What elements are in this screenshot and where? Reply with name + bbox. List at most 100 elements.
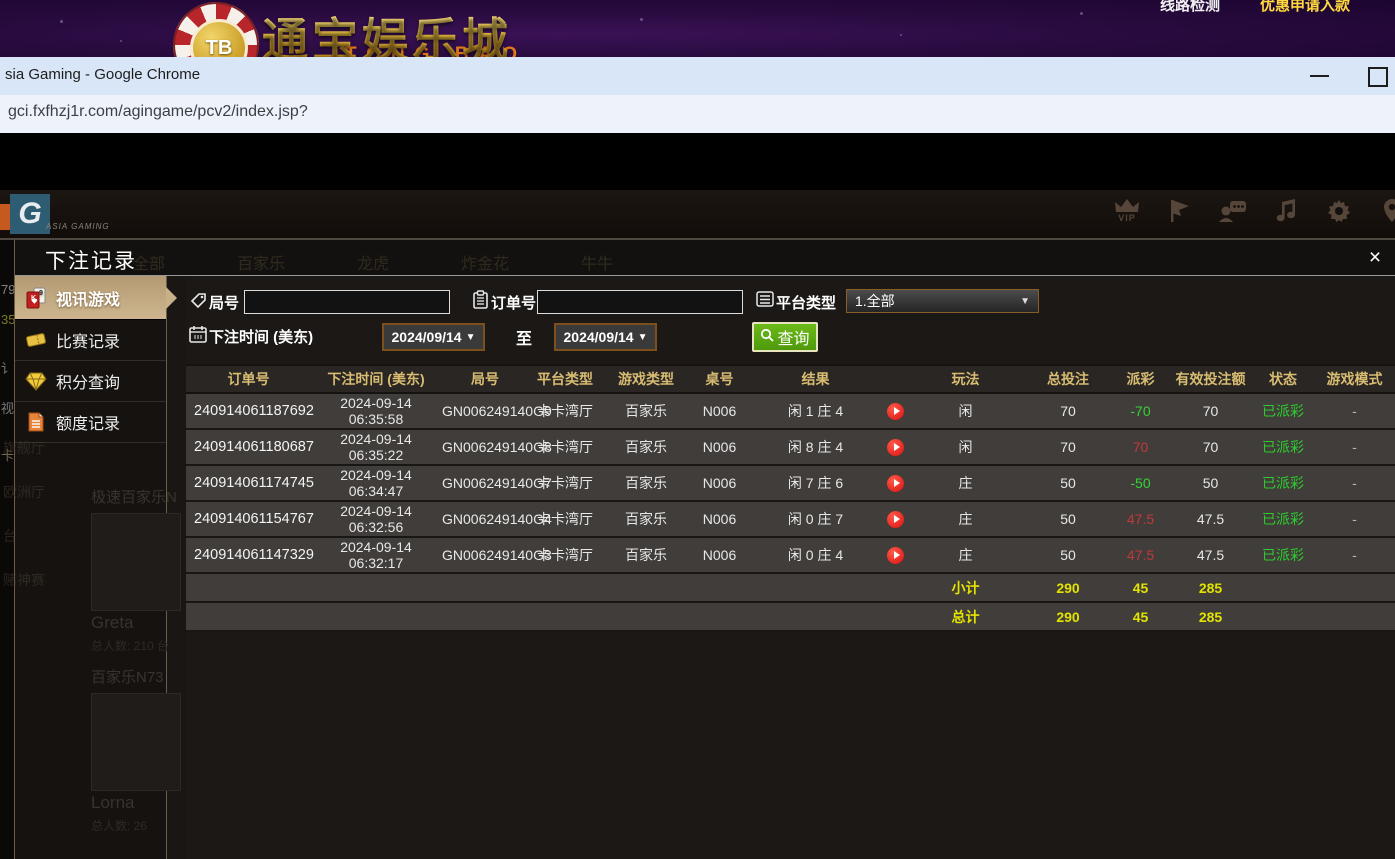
line-check-link[interactable]: 线路检测 (1160, 0, 1220, 15)
result-cell: 闲 7 庄 6 (748, 465, 883, 501)
table-number-cell: N006 (691, 429, 748, 465)
bet-time-cell: 2024-09-14 06:35:58 (311, 393, 441, 429)
play-replay-icon[interactable] (887, 439, 904, 456)
game-mode-cell: - (1313, 429, 1395, 465)
game-mode-cell: - (1313, 465, 1395, 501)
status-cell: 已派彩 (1253, 393, 1313, 429)
settings-gear-icon[interactable] (1322, 198, 1356, 230)
table-number-cell: N006 (691, 465, 748, 501)
platform-cell: 卡卡湾厅 (529, 465, 601, 501)
result-cell: 闲 0 庄 7 (748, 501, 883, 537)
round-number-cell: GN006249140G3 (441, 537, 529, 573)
replay-cell (883, 465, 908, 501)
table-number-cell: N006 (691, 393, 748, 429)
column-header: 状态 (1253, 365, 1313, 393)
sidebar-item-label: 额度记录 (56, 410, 120, 434)
empty-cell (1253, 602, 1313, 631)
music-icon[interactable] (1269, 198, 1303, 230)
flag-icon[interactable] (1163, 198, 1197, 230)
status-cell: 已派彩 (1253, 537, 1313, 573)
play-type-cell: 闲 (908, 429, 1023, 465)
round-no-input[interactable] (244, 290, 450, 314)
empty-cell (748, 602, 883, 631)
status-cell: 已派彩 (1253, 501, 1313, 537)
column-header: 总投注 (1023, 365, 1113, 393)
replay-cell (883, 501, 908, 537)
play-type-cell: 庄 (908, 465, 1023, 501)
order-number-cell: 240914061187692 (186, 393, 311, 429)
payout-sum-cell: 45 (1113, 602, 1168, 631)
empty-cell (883, 573, 908, 602)
app-header: G ASIA GAMING VIP (0, 190, 1395, 240)
search-button[interactable]: 查询 (752, 322, 818, 352)
lobby-menu-bleed: 旗舰厅 欧洲厅 台 赌神赛 (3, 426, 45, 602)
url-text: gci.fxfhzj1r.com/agingame/pcv2/index.jsp… (8, 103, 308, 121)
play-replay-icon[interactable] (887, 511, 904, 528)
platform-type-select[interactable]: 1.全部 ▼ (846, 289, 1039, 313)
total-bet-cell: 50 (1023, 501, 1113, 537)
game-type-cell: 百家乐 (601, 537, 691, 573)
background-tab: 全部 (133, 250, 165, 274)
address-bar[interactable]: gci.fxfhzj1r.com/agingame/pcv2/index.jsp… (0, 95, 1395, 135)
gem-icon (25, 370, 47, 392)
total-bet-cell: 50 (1023, 465, 1113, 501)
column-header: 游戏模式 (1313, 365, 1395, 393)
empty-cell (601, 573, 691, 602)
result-cell: 闲 0 庄 4 (748, 537, 883, 573)
payout-cell: 70 (1113, 429, 1168, 465)
modal-header: 下注记录 全部百家乐龙虎炸金花牛牛 × (15, 240, 1395, 276)
order-number-cell: 240914061180687 (186, 429, 311, 465)
sidebar-item-match-records[interactable]: 比赛记录 (15, 320, 166, 361)
support-chat-icon[interactable] (1216, 198, 1250, 230)
empty-cell (441, 573, 529, 602)
search-icon (760, 328, 774, 347)
sidebar-item-video-games[interactable]: 9 K 视讯游戏 (15, 276, 166, 320)
game-type-cell: 百家乐 (601, 393, 691, 429)
total-bet-cell: 70 (1023, 393, 1113, 429)
vip-icon[interactable]: VIP (1110, 198, 1144, 230)
minimize-button[interactable] (1310, 75, 1329, 77)
game-mode-cell: - (1313, 393, 1395, 429)
round-number-cell: GN006249140G8 (441, 429, 529, 465)
platform-list-icon (756, 290, 774, 313)
play-replay-icon[interactable] (887, 475, 904, 492)
date-to-select[interactable]: 2024/09/14 ▼ (554, 323, 657, 351)
date-from-select[interactable]: 2024/09/14 ▼ (382, 323, 485, 351)
empty-cell (311, 573, 441, 602)
play-replay-icon[interactable] (887, 547, 904, 564)
table-row: 2409140611747452024-09-14 06:34:47GN0062… (186, 465, 1395, 501)
platform-cell: 卡卡湾厅 (529, 393, 601, 429)
game-mode-cell: - (1313, 537, 1395, 573)
game-type-cell: 百家乐 (601, 429, 691, 465)
play-type-cell: 闲 (908, 393, 1023, 429)
sidebar-item-label: 积分查询 (56, 369, 120, 393)
bet-time-cell: 2024-09-14 06:35:22 (311, 429, 441, 465)
pin-icon[interactable] (1375, 198, 1395, 230)
table-number-cell: N006 (691, 537, 748, 573)
sidebar: 9 K 视讯游戏 比赛记录 积分查询 (15, 276, 167, 859)
svg-text:9: 9 (39, 290, 43, 297)
column-header: 桌号 (691, 365, 748, 393)
column-header: 订单号 (186, 365, 311, 393)
empty-cell (186, 573, 311, 602)
result-cell: 闲 1 庄 4 (748, 393, 883, 429)
play-replay-icon[interactable] (887, 403, 904, 420)
screen: TB TONG BAO 通宝娱乐城 线路检测 优惠申请入款 sia Gaming… (0, 0, 1395, 859)
close-icon[interactable]: × (1363, 246, 1387, 270)
promo-deposit-link[interactable]: 优惠申请入款 (1260, 0, 1350, 15)
window-title: sia Gaming - Google Chrome (5, 66, 200, 83)
lobby-cards-bleed: 极速百家乐N Greta 总人数: 210 台 百家乐N73 Lorna 总人数… (91, 486, 191, 846)
sidebar-item-points-query[interactable]: 积分查询 (15, 361, 166, 402)
payout-cell: -50 (1113, 465, 1168, 501)
clipboard-icon (472, 290, 489, 314)
payout-cell: -70 (1113, 393, 1168, 429)
table-row: 2409140611876922024-09-14 06:35:58GN0062… (186, 393, 1395, 429)
maximize-button[interactable] (1368, 67, 1388, 87)
empty-cell (1313, 573, 1395, 602)
valid-bet-cell: 50 (1168, 465, 1253, 501)
brand-name: ASIA GAMING (46, 222, 110, 231)
valid-bet-sum-cell: 285 (1168, 573, 1253, 602)
empty-cell (691, 602, 748, 631)
order-no-input[interactable] (537, 290, 743, 314)
valid-bet-cell: 47.5 (1168, 537, 1253, 573)
